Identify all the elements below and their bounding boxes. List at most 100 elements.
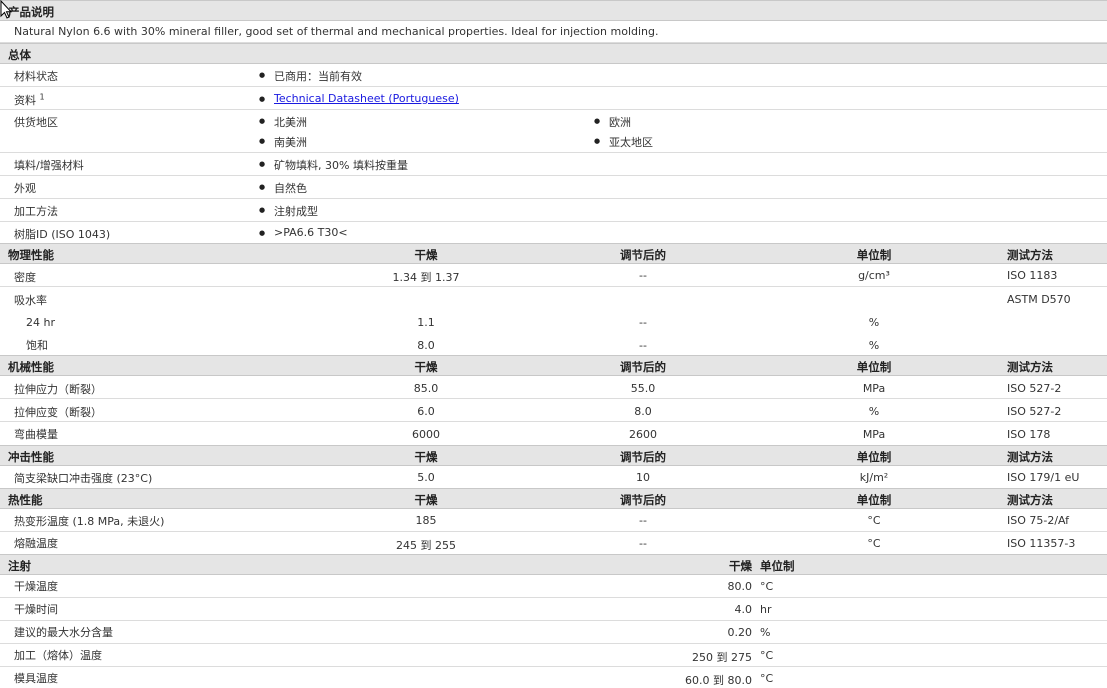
table-row: 熔融温度 245 到 255 -- °C ISO 11357-3 (0, 532, 1107, 554)
row-label: 热变形温度 (1.8 MPa, 未退火) (14, 515, 165, 528)
cell-method: ISO 179/1 eU (1007, 471, 1080, 484)
cell-conditioned: -- (639, 514, 647, 527)
table-row: 拉伸应变（断裂） 6.0 8.0 % ISO 527-2 (0, 399, 1107, 422)
section-header-general: 总体 (0, 43, 1107, 64)
row-label: 拉伸应力（断裂） (14, 383, 102, 396)
row-label: 24 hr (26, 316, 55, 329)
cell-dry: 5.0 (417, 471, 435, 484)
table-row: 24 hr 1.1 -- % (0, 310, 1107, 333)
cell-method: ASTM D570 (1007, 293, 1071, 306)
row-label: 供货地区 (14, 116, 58, 129)
section-header-thermal: 热性能 干燥 调节后的 单位制 测试方法 (0, 488, 1107, 509)
datasheet-link[interactable]: Technical Datasheet (Portuguese) (259, 92, 459, 106)
row-label: 加工方法 (14, 205, 58, 218)
cell-conditioned: 2600 (629, 428, 657, 441)
general-row: 填料/增强材料 矿物填料, 30% 填料按重量 (0, 153, 1107, 176)
cell-unit: °C (760, 649, 774, 662)
cell-unit: kJ/m² (859, 471, 889, 484)
row-label: 饱和 (26, 339, 48, 352)
section-title: 机械性能 (8, 360, 54, 374)
table-row: 饱和 8.0 -- % (0, 333, 1107, 355)
col-header-unit: 单位制 (856, 360, 892, 374)
section-title: 产品说明 (8, 5, 54, 19)
row-label: 弯曲模量 (14, 428, 58, 441)
cell-unit: hr (760, 603, 772, 616)
table-row: 拉伸应力（断裂） 85.0 55.0 MPa ISO 527-2 (0, 376, 1107, 399)
section-title: 总体 (8, 48, 31, 62)
cell-dry: 245 到 255 (396, 539, 456, 552)
region-item: 北美洲 (259, 114, 307, 130)
table-row: 干燥温度 80.0 °C (0, 575, 1107, 598)
col-header-method: 测试方法 (1007, 248, 1053, 262)
general-row: 材料状态 已商用：当前有效 (0, 64, 1107, 87)
row-label: 干燥时间 (14, 603, 58, 616)
col-header-dry: 干燥 (414, 248, 438, 262)
table-row: 加工（熔体）温度 250 到 275 °C (0, 644, 1107, 667)
col-header-method: 测试方法 (1007, 493, 1053, 507)
row-label: 资料 1 (14, 92, 45, 108)
section-title: 注射 (8, 559, 31, 573)
col-header-conditioned: 调节后的 (620, 450, 666, 464)
col-header-dry: 干燥 (729, 559, 752, 573)
col-header-unit: 单位制 (856, 493, 892, 507)
cell-dry: 60.0 到 80.0 (685, 674, 752, 687)
cell-dry: 8.0 (417, 339, 435, 352)
section-title: 冲击性能 (8, 450, 54, 464)
section-title: 物理性能 (8, 248, 54, 262)
cell-dry: 85.0 (413, 382, 439, 395)
row-label: 模具温度 (14, 672, 58, 685)
row-label: 材料状态 (14, 70, 58, 83)
general-row: 供货地区 北美洲 欧洲 南美洲 亚太地区 (0, 110, 1107, 153)
col-header-dry: 干燥 (414, 450, 438, 464)
cell-method: ISO 178 (1007, 428, 1051, 441)
col-header-method: 测试方法 (1007, 360, 1053, 374)
row-label: 密度 (14, 271, 36, 284)
row-label: 干燥温度 (14, 580, 58, 593)
region-item: 亚太地区 (594, 134, 653, 150)
col-header-method: 测试方法 (1007, 450, 1053, 464)
cell-unit: MPa (862, 382, 886, 395)
row-label: 树脂ID (ISO 1043) (14, 228, 111, 241)
footnote-marker: 1 (39, 92, 45, 102)
cell-conditioned: -- (639, 269, 647, 282)
region-item: 南美洲 (259, 134, 307, 150)
cell-unit: °C (867, 514, 881, 527)
general-row: 外观 自然色 (0, 176, 1107, 199)
general-row: 树脂ID (ISO 1043) >PA6.6 T30< (0, 222, 1107, 243)
row-label: 外观 (14, 182, 36, 195)
cell-unit: °C (760, 580, 774, 593)
row-label: 填料/增强材料 (14, 159, 84, 172)
table-row: 简支梁缺口冲击强度 (23°C) 5.0 10 kJ/m² ISO 179/1 … (0, 466, 1107, 488)
row-label: 加工（熔体）温度 (14, 649, 102, 662)
section-header-physical: 物理性能 干燥 调节后的 单位制 测试方法 (0, 243, 1107, 264)
description-text: Natural Nylon 6.6 with 30% mineral fille… (14, 25, 659, 38)
cell-unit: MPa (862, 428, 886, 441)
row-value: 注射成型 (259, 203, 318, 219)
table-row: 模具温度 60.0 到 80.0 °C (0, 667, 1107, 687)
cell-conditioned: -- (639, 537, 647, 550)
region-item: 欧洲 (594, 114, 631, 130)
general-row: 加工方法 注射成型 (0, 199, 1107, 222)
cell-dry: 6.0 (417, 405, 435, 418)
cell-method: ISO 75-2/Af (1007, 514, 1070, 527)
row-label: 建议的最大水分含量 (14, 626, 113, 639)
cell-method: ISO 527-2 (1007, 382, 1062, 395)
col-header-dry: 干燥 (414, 360, 438, 374)
row-label: 简支梁缺口冲击强度 (23°C) (14, 472, 153, 485)
row-label: 熔融温度 (14, 537, 58, 550)
row-value: 已商用：当前有效 (259, 68, 362, 84)
cell-unit: % (868, 316, 880, 329)
col-header-conditioned: 调节后的 (620, 360, 666, 374)
cell-dry: 0.20 (727, 626, 753, 639)
cell-conditioned: -- (639, 316, 647, 329)
cell-unit: °C (867, 537, 881, 550)
row-label: 吸水率 (14, 294, 47, 307)
mouse-cursor-icon (0, 0, 13, 19)
cell-method: ISO 527-2 (1007, 405, 1062, 418)
cell-dry: 4.0 (734, 603, 753, 616)
table-row: 弯曲模量 6000 2600 MPa ISO 178 (0, 422, 1107, 445)
col-header-unit: 单位制 (856, 248, 892, 262)
cell-dry: 1.34 到 1.37 (392, 271, 460, 284)
table-row: 密度 1.34 到 1.37 -- g/cm³ ISO 1183 (0, 264, 1107, 287)
row-label: 拉伸应变（断裂） (14, 406, 102, 419)
